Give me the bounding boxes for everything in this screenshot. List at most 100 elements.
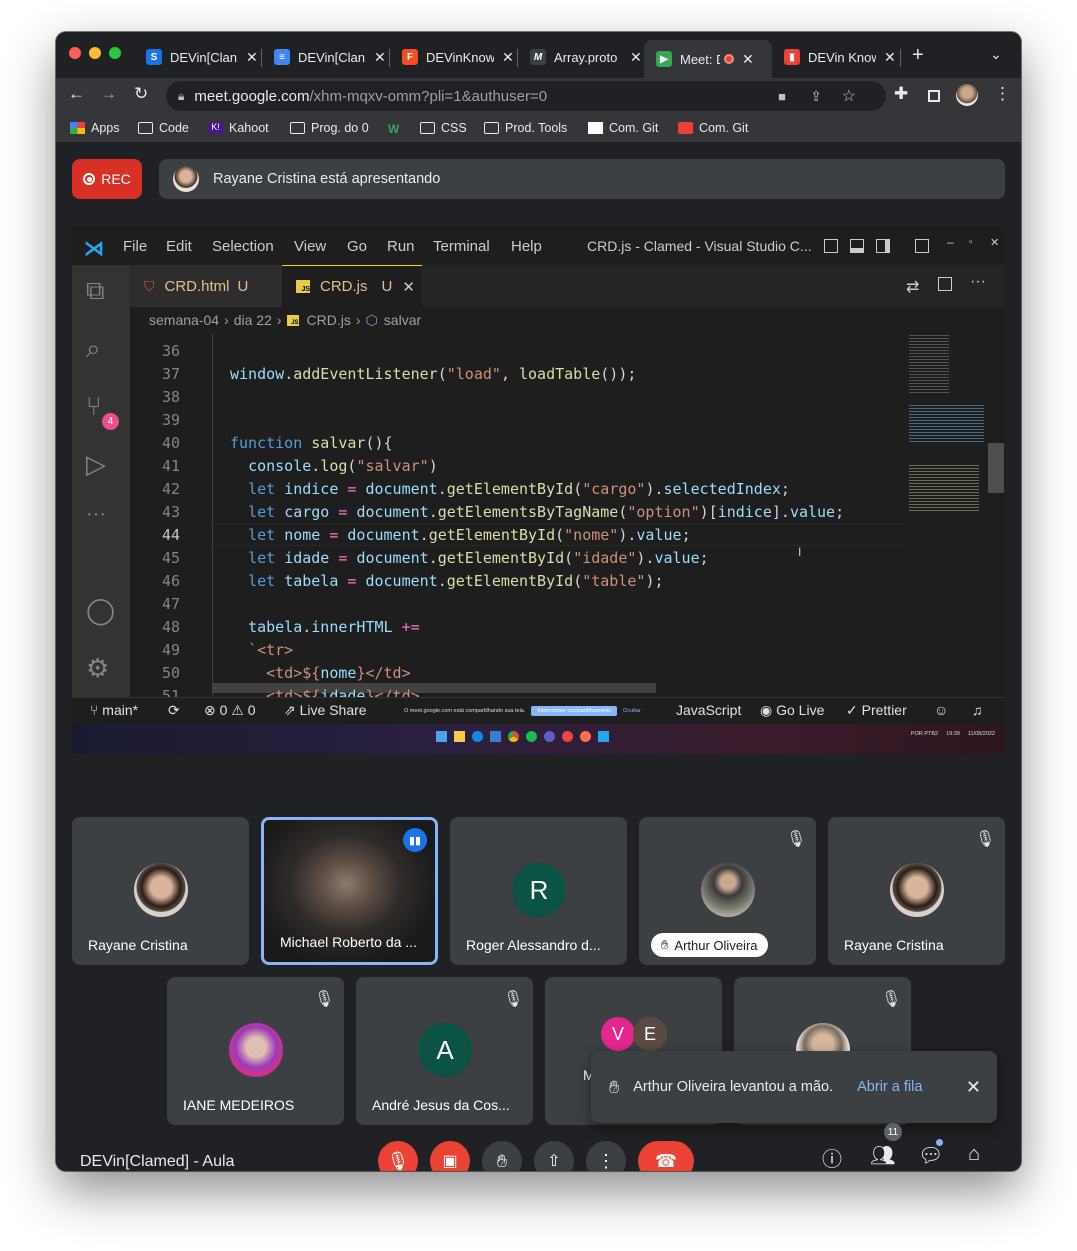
- participant-tile[interactable]: 🎙︎ ✋︎ Arthur Oliveira: [639, 817, 816, 965]
- toggle-panel-icon[interactable]: [850, 239, 864, 253]
- camera-icon[interactable]: ■: [778, 89, 786, 104]
- close-window-button[interactable]: [69, 47, 81, 59]
- problems-status[interactable]: ⊗ 0 ⚠ 0: [204, 702, 256, 719]
- prettier-status[interactable]: ✓ Prettier: [846, 702, 907, 719]
- camera-toggle-button[interactable]: ▣: [430, 1141, 470, 1171]
- menu-run[interactable]: Run: [387, 238, 415, 255]
- menu-go[interactable]: Go: [347, 238, 367, 255]
- windows-start-icon[interactable]: [436, 731, 447, 742]
- code-line[interactable]: 47: [130, 593, 890, 616]
- bookmark-prog[interactable]: Prog. do 0: [290, 114, 369, 142]
- close-tab-icon[interactable]: ✕: [630, 49, 642, 66]
- code-line[interactable]: 50 <td>${nome}</td>: [130, 662, 890, 685]
- more-actions-icon[interactable]: ···: [970, 273, 986, 291]
- extensions-icon[interactable]: ✚: [894, 84, 908, 104]
- back-icon[interactable]: ←: [68, 84, 85, 104]
- app-icon[interactable]: [562, 731, 573, 742]
- new-tab-icon[interactable]: +: [912, 44, 924, 67]
- browser-tab[interactable]: ▮ DEVin Know ✕: [784, 42, 896, 72]
- participant-tile[interactable]: 🎙︎ A André Jesus da Cos...: [356, 977, 533, 1125]
- leave-call-button[interactable]: ☎︎: [638, 1141, 694, 1171]
- close-icon[interactable]: ✕: [990, 236, 999, 249]
- code-line[interactable]: 44 let nome = document.getElementById("n…: [130, 524, 890, 547]
- participant-tile[interactable]: R Roger Alessandro d...: [450, 817, 627, 965]
- close-tab-icon[interactable]: ✕: [884, 49, 896, 66]
- present-button[interactable]: ⇧: [534, 1141, 574, 1171]
- branch-status[interactable]: ⑂ main*: [90, 702, 138, 718]
- toggle-sidebar-icon[interactable]: [824, 239, 838, 253]
- code-line[interactable]: 39: [130, 409, 890, 432]
- close-tab-icon[interactable]: ✕: [246, 49, 258, 66]
- minimize-icon[interactable]: –: [947, 235, 954, 249]
- forward-icon[interactable]: →: [100, 84, 117, 104]
- chat-icon[interactable]: 💬︎: [918, 1143, 943, 1168]
- teams-icon[interactable]: [544, 731, 555, 742]
- settings-gear-icon[interactable]: ⚙: [86, 653, 109, 684]
- menu-help[interactable]: Help: [511, 238, 542, 255]
- minimap[interactable]: [905, 333, 995, 523]
- code-line[interactable]: 46 let tabela = document.getElementById(…: [130, 570, 890, 593]
- address-bar[interactable]: 🔒︎ meet.google.com/xhm-mqxv-omm?pli=1&au…: [166, 81, 886, 111]
- more-icon[interactable]: ···: [86, 503, 106, 526]
- zoom-window-button[interactable]: [109, 47, 121, 59]
- vscode-app-icon[interactable]: [598, 731, 609, 742]
- stop-sharing-button[interactable]: Interromper compartilhamento: [531, 706, 618, 716]
- browser-tab[interactable]: M Array.proto ✕: [530, 42, 642, 72]
- participant-tile[interactable]: Rayane Cristina: [72, 817, 249, 965]
- code-line[interactable]: 36: [130, 340, 890, 363]
- menu-file[interactable]: File: [123, 238, 147, 255]
- scrollbar-thumb[interactable]: [988, 443, 1004, 493]
- chrome-icon[interactable]: [508, 731, 519, 742]
- menu-edit[interactable]: Edit: [166, 238, 192, 255]
- toggle-secondary-sidebar-icon[interactable]: [876, 239, 890, 253]
- live-share-status[interactable]: ⇗ Live Share: [284, 702, 367, 719]
- more-options-button[interactable]: ⋮: [586, 1141, 626, 1171]
- bookmark-prod-tools[interactable]: Prod. Tools: [484, 114, 567, 142]
- browser-tab[interactable]: S DEVin[Clan ✕: [146, 42, 258, 72]
- open-queue-button[interactable]: Abrir a fila: [857, 1079, 922, 1095]
- customize-layout-icon[interactable]: [915, 239, 929, 253]
- menu-view[interactable]: View: [294, 238, 326, 255]
- close-icon[interactable]: ✕: [966, 1077, 981, 1098]
- bookmark-com-git-2[interactable]: Com. Git: [678, 114, 748, 142]
- language-mode[interactable]: JavaScript: [676, 702, 741, 718]
- account-icon[interactable]: ◯: [86, 595, 115, 626]
- bookmark-w[interactable]: W: [388, 114, 409, 142]
- reload-icon[interactable]: ↻: [134, 84, 148, 104]
- code-line[interactable]: 48 tabela.innerHTML +=: [130, 616, 890, 639]
- code-line[interactable]: 42 let indice = document.getElementById(…: [130, 478, 890, 501]
- close-tab-icon[interactable]: ✕: [742, 51, 754, 68]
- bookmark-star-icon[interactable]: ☆: [842, 86, 856, 106]
- participant-tile-speaking[interactable]: ▮▮ Michael Roberto da ...: [261, 817, 438, 965]
- activities-icon[interactable]: ⌂: [968, 1143, 980, 1166]
- tab-crd-js[interactable]: JS CRD.js U ✕: [282, 265, 422, 307]
- browser-tab-active[interactable]: ▶ Meet: D ✕: [644, 40, 772, 78]
- participant-tile[interactable]: 🎙︎ Rayane Cristina: [828, 817, 1005, 965]
- code-line[interactable]: 49 `<tr>: [130, 639, 890, 662]
- feedback-icon[interactable]: ☺: [934, 702, 948, 718]
- side-panel-icon[interactable]: [928, 90, 940, 102]
- menu-selection[interactable]: Selection: [212, 238, 274, 255]
- bookmark-kahoot[interactable]: K! Kahoot: [208, 114, 269, 142]
- code-editor[interactable]: I 36 37 window.addEventListener("load", lo…: [130, 333, 1005, 697]
- code-line[interactable]: 40 function salvar(){: [130, 432, 890, 455]
- minimize-window-button[interactable]: [89, 47, 101, 59]
- profile-avatar[interactable]: [956, 84, 978, 106]
- close-tab-icon[interactable]: ✕: [502, 49, 514, 66]
- restore-icon[interactable]: ▫: [969, 237, 973, 248]
- tab-search-icon[interactable]: ⌄: [990, 46, 1002, 63]
- file-explorer-icon[interactable]: [454, 731, 465, 742]
- bookmark-folder[interactable]: Code: [138, 114, 189, 142]
- participant-tile[interactable]: 🎙︎ IANE MEDEIROS: [167, 977, 344, 1125]
- notifications-bell-icon[interactable]: ♫: [972, 702, 983, 718]
- code-line[interactable]: 51 <td>${idade}</td>: [130, 685, 890, 697]
- browser-tab[interactable]: ≡ DEVin[Clan ✕: [274, 42, 386, 72]
- code-line[interactable]: 37 window.addEventListener("load", loadTa…: [130, 363, 890, 386]
- edge-icon[interactable]: [472, 731, 483, 742]
- spotify-icon[interactable]: [526, 731, 537, 742]
- bookmark-css[interactable]: CSS: [420, 114, 467, 142]
- go-live-status[interactable]: ◉ Go Live: [760, 702, 824, 719]
- store-icon[interactable]: [490, 731, 501, 742]
- people-icon[interactable]: 👥︎: [870, 1143, 895, 1168]
- compare-changes-icon[interactable]: ⇄: [906, 277, 919, 297]
